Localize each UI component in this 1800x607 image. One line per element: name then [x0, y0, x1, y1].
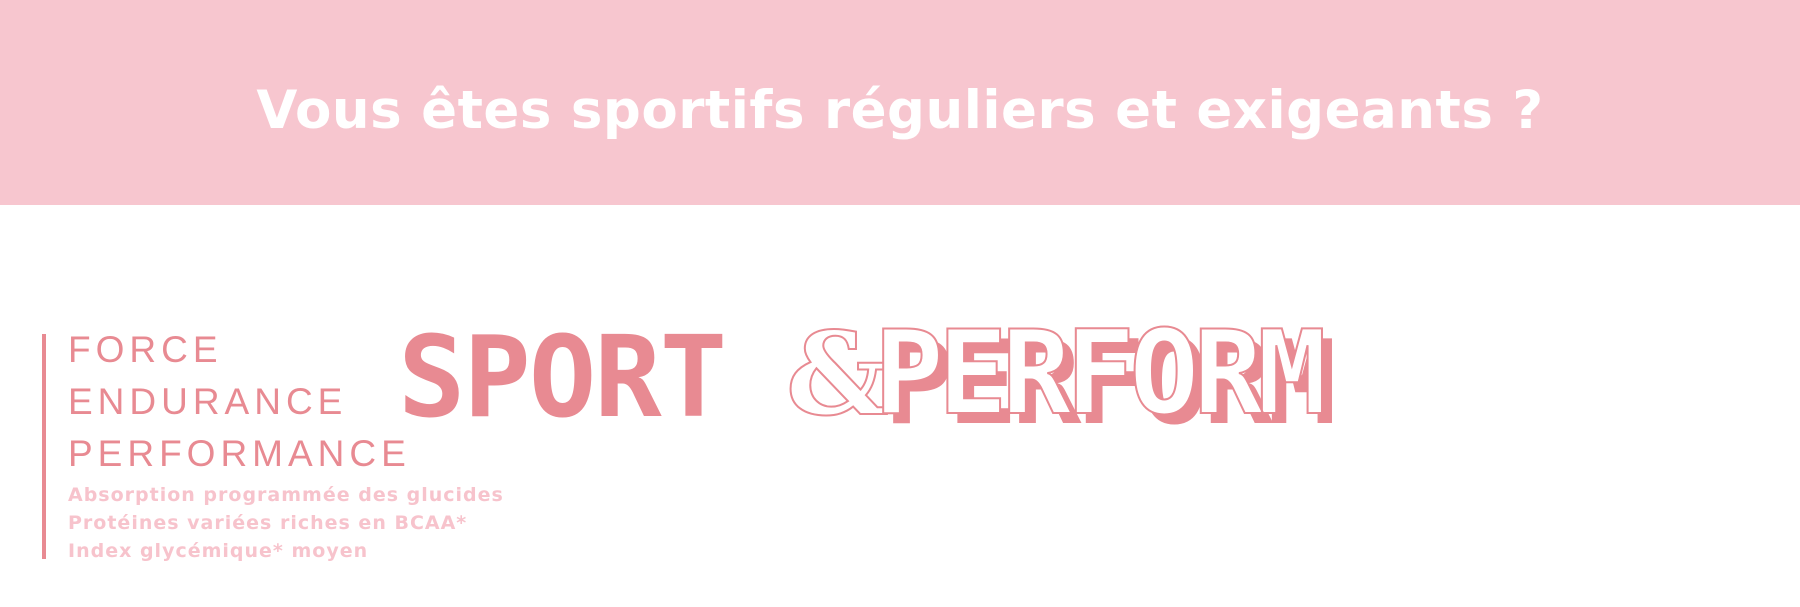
tagline-performance: PERFORMANCE — [68, 433, 411, 474]
logo-word-perform: PERFORM — [873, 306, 1328, 441]
banner-title: Vous êtes sportifs réguliers et exigeant… — [256, 80, 1544, 141]
benefit-absorption: Absorption programmée des glucides — [68, 484, 504, 506]
logo-word-sport: SPORT — [398, 313, 727, 443]
benefit-index: Index glycémique* moyen — [68, 540, 369, 562]
header-banner: Vous êtes sportifs réguliers et exigeant… — [0, 0, 1800, 205]
tagline-force: FORCE — [68, 329, 223, 370]
benefit-proteines: Protéines variées riches en BCAA* — [68, 512, 468, 534]
accent-bar — [42, 334, 46, 559]
tagline-endurance: ENDURANCE — [68, 381, 348, 422]
